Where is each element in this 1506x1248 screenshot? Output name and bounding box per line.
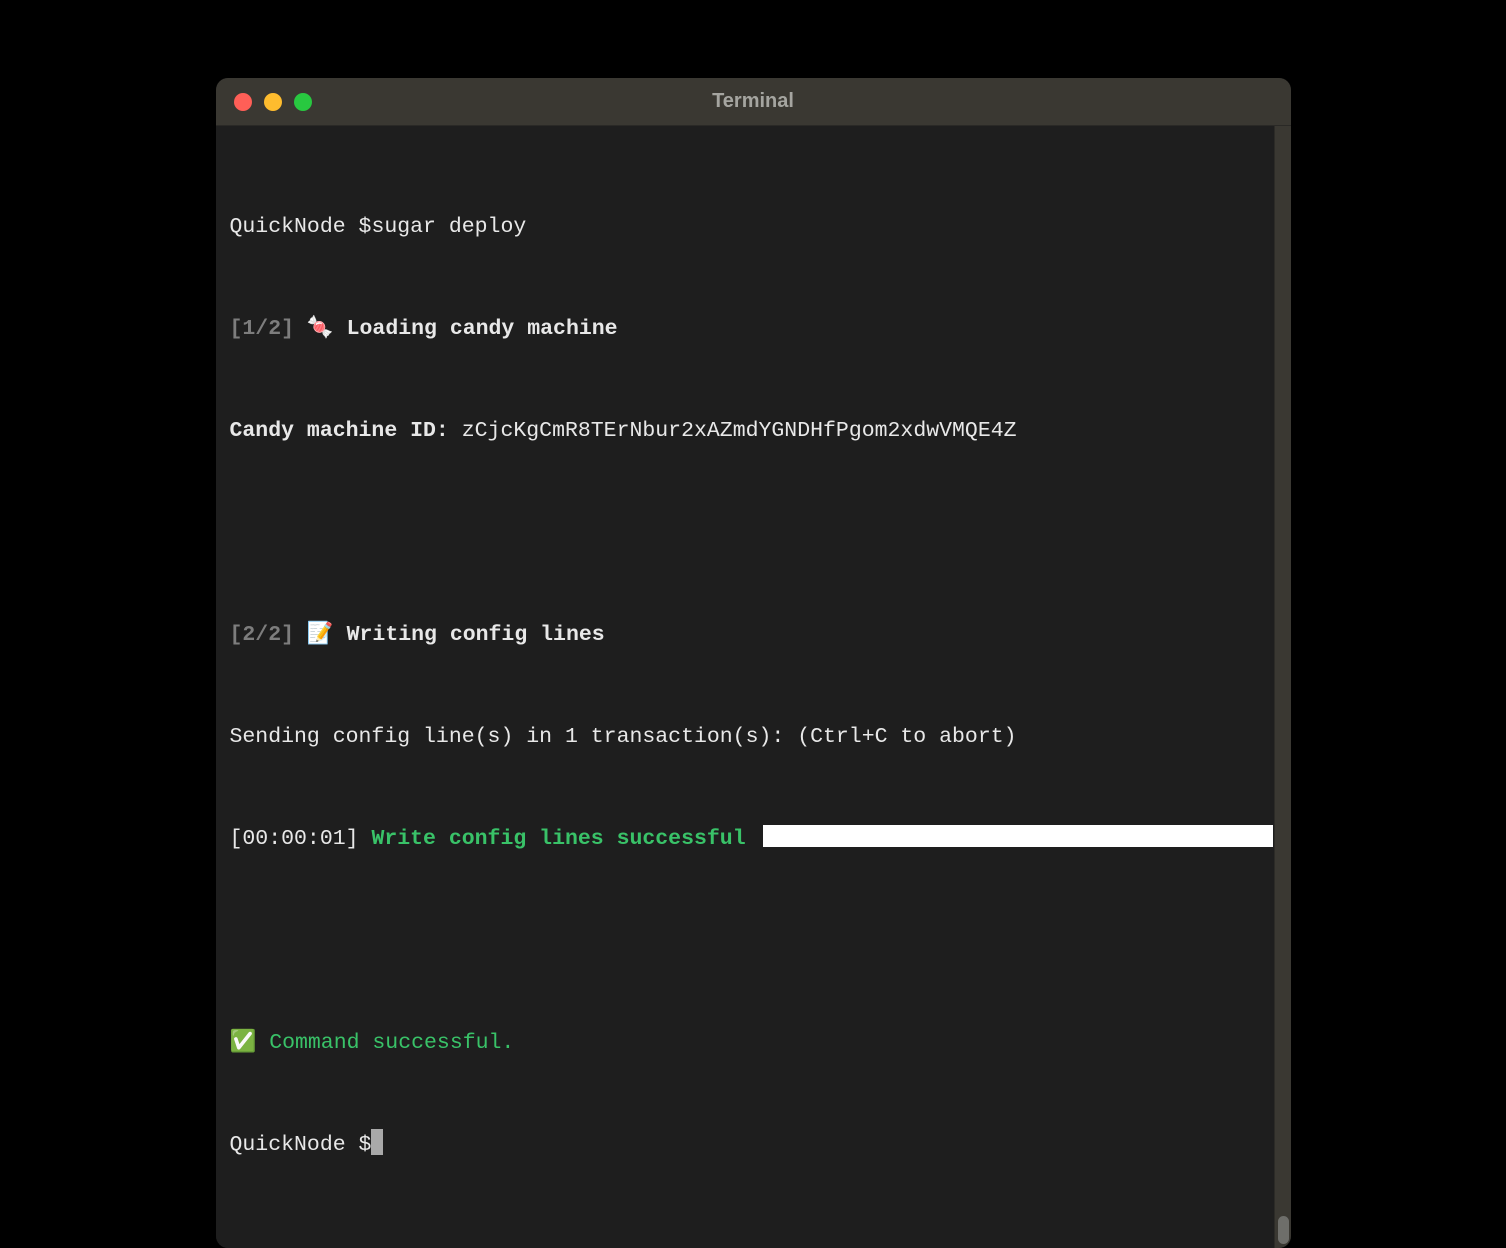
- progress-bar: [763, 825, 1273, 847]
- step2-line: [2/2] 📝 Writing config lines: [230, 618, 1259, 652]
- step1-label: Loading candy machine: [347, 317, 618, 341]
- result-text: Command successful.: [269, 1031, 514, 1055]
- zoom-icon[interactable]: [294, 93, 312, 111]
- traffic-lights: [216, 93, 312, 111]
- candy-id-value: zCjcKgCmR8TErNbur2xAZmdYGNDHfPgom2xdwVMQ…: [462, 419, 1017, 443]
- step2-label: Writing config lines: [347, 623, 605, 647]
- elapsed-time: [00:00:01]: [230, 827, 359, 851]
- ps1-empty: QuickNode $: [230, 1133, 372, 1157]
- terminal-body[interactable]: QuickNode $sugar deploy [1/2] 🍬 Loading …: [216, 126, 1273, 1248]
- candy-icon: 🍬: [307, 317, 334, 341]
- step1-line: [1/2] 🍬 Loading candy machine: [230, 312, 1259, 346]
- scrollbar-track[interactable]: [1274, 126, 1291, 1248]
- scrollbar-thumb[interactable]: [1278, 1216, 1289, 1244]
- result-line: ✅ Command successful.: [230, 1026, 1259, 1060]
- minimize-icon[interactable]: [264, 93, 282, 111]
- close-icon[interactable]: [234, 93, 252, 111]
- window-title: Terminal: [216, 90, 1291, 113]
- memo-icon: 📝: [307, 623, 334, 647]
- ps1: QuickNode $: [230, 215, 372, 239]
- candy-id-label: Candy machine ID:: [230, 419, 449, 443]
- titlebar[interactable]: Terminal: [216, 78, 1291, 126]
- blank-line: [230, 924, 1259, 958]
- step2-tag: [2/2]: [230, 623, 295, 647]
- sending-line: Sending config line(s) in 1 transaction(…: [230, 720, 1259, 754]
- progress-status: Write config lines successful: [371, 827, 745, 851]
- check-icon: ✅: [230, 1031, 257, 1055]
- blank-line: [230, 516, 1259, 550]
- progress-line: [00:00:01] Write config lines successful…: [230, 822, 1259, 856]
- cursor: [371, 1129, 383, 1155]
- step1-tag: [1/2]: [230, 317, 295, 341]
- command-line: QuickNode $sugar deploy: [230, 210, 1259, 244]
- terminal-window: Terminal QuickNode $sugar deploy [1/2] 🍬…: [216, 78, 1291, 1248]
- next-prompt-line: QuickNode $: [230, 1128, 1259, 1162]
- candy-id-line: Candy machine ID: zCjcKgCmR8TErNbur2xAZm…: [230, 414, 1259, 448]
- command: sugar deploy: [371, 215, 526, 239]
